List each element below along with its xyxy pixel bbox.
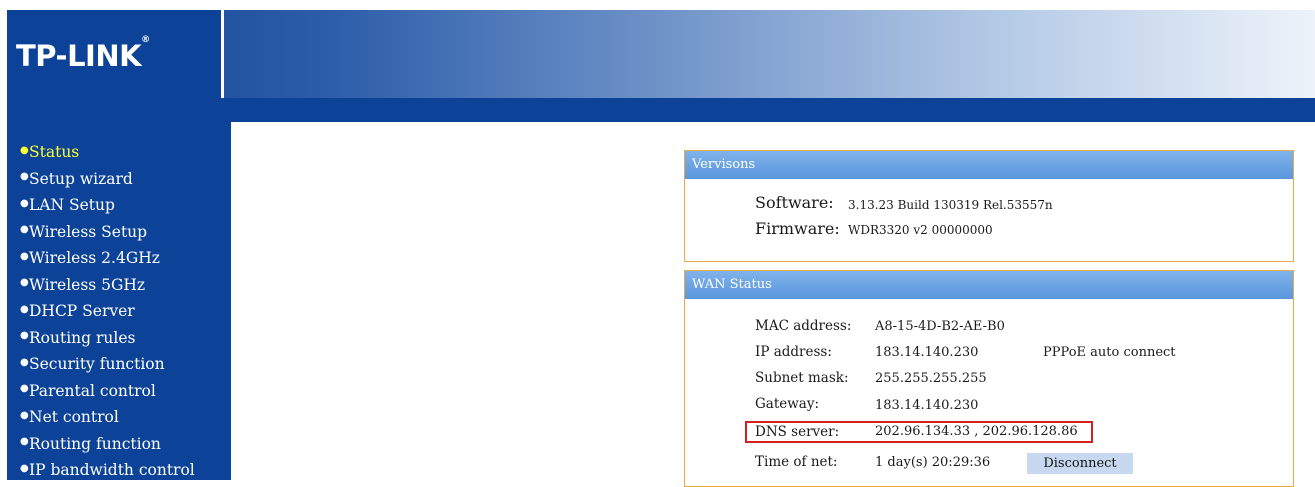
connection-type: PPPoE auto connect	[1043, 345, 1176, 360]
time-of-net-label: Time of net:	[755, 454, 838, 470]
software-label: Software:	[755, 193, 834, 212]
ip-address-label: IP address:	[755, 344, 832, 360]
sidebar-item-routing-rules[interactable]: ●Routing rules	[20, 325, 195, 352]
dns-server-value: 202.96.134.33 , 202.96.128.86	[875, 424, 1078, 439]
ip-address-value: 183.14.140.230	[875, 345, 979, 360]
gateway-value: 183.14.140.230	[875, 398, 979, 413]
logo-area: TP-LINK®	[7, 10, 224, 98]
subnet-mask-label: Subnet mask:	[755, 370, 849, 386]
sidebar-item-wireless-setup[interactable]: ●Wireless Setup	[20, 219, 195, 246]
firmware-label: Firmware:	[755, 219, 840, 238]
bullet-icon: ●	[20, 383, 29, 395]
bullet-icon: ●	[20, 144, 29, 156]
firmware-value: WDR3320 v2 00000000	[848, 223, 993, 237]
disconnect-button[interactable]: Disconnect	[1027, 453, 1133, 474]
dns-server-label: DNS server:	[755, 424, 840, 440]
sidebar-item-lan-setup[interactable]: ●LAN Setup	[20, 192, 195, 219]
bullet-icon: ●	[20, 250, 29, 262]
sidebar-item-wireless-24ghz[interactable]: ●Wireless 2.4GHz	[20, 245, 195, 272]
sidebar-item-routing-function[interactable]: ●Routing function	[20, 431, 195, 458]
sidebar-item-dhcp-server[interactable]: ●DHCP Server	[20, 298, 195, 325]
subnet-mask-value: 255.255.255.255	[875, 371, 987, 386]
sidebar-nav: ●Status ●Setup wizard ●LAN Setup ●Wirele…	[7, 122, 231, 480]
wan-status-panel-title: WAN Status	[685, 271, 1293, 299]
versions-panel-title: Vervisons	[685, 151, 1293, 179]
bullet-icon: ●	[20, 462, 29, 474]
bullet-icon: ●	[20, 171, 29, 183]
bullet-icon: ●	[20, 356, 29, 368]
sidebar-item-net-control[interactable]: ●Net control	[20, 404, 195, 431]
mac-address-label: MAC address:	[755, 318, 852, 334]
header-banner: TP-LINK®	[7, 10, 1315, 98]
bullet-icon: ●	[20, 197, 29, 209]
bullet-icon: ●	[20, 409, 29, 421]
sidebar-item-security-function[interactable]: ●Security function	[20, 351, 195, 378]
gateway-label: Gateway:	[755, 396, 820, 412]
software-value: 3.13.23 Build 130319 Rel.53557n	[848, 198, 1053, 212]
sidebar-item-status[interactable]: ●Status	[20, 139, 195, 166]
bullet-icon: ●	[20, 277, 29, 289]
sidebar-item-wireless-5ghz[interactable]: ●Wireless 5GHz	[20, 272, 195, 299]
mac-address-value: A8-15-4D-B2-AE-B0	[875, 319, 1005, 334]
bullet-icon: ●	[20, 436, 29, 448]
bullet-icon: ●	[20, 303, 29, 315]
sidebar-item-parental-control[interactable]: ●Parental control	[20, 378, 195, 405]
tp-link-logo: TP-LINK®	[16, 35, 150, 73]
nav-list: ●Status ●Setup wizard ●LAN Setup ●Wirele…	[20, 139, 195, 484]
bullet-icon: ●	[20, 330, 29, 342]
bullet-icon: ●	[20, 224, 29, 236]
sidebar-item-setup-wizard[interactable]: ●Setup wizard	[20, 166, 195, 193]
time-of-net-value: 1 day(s) 20:29:36	[875, 455, 991, 470]
header-divider-bar	[7, 98, 1315, 122]
